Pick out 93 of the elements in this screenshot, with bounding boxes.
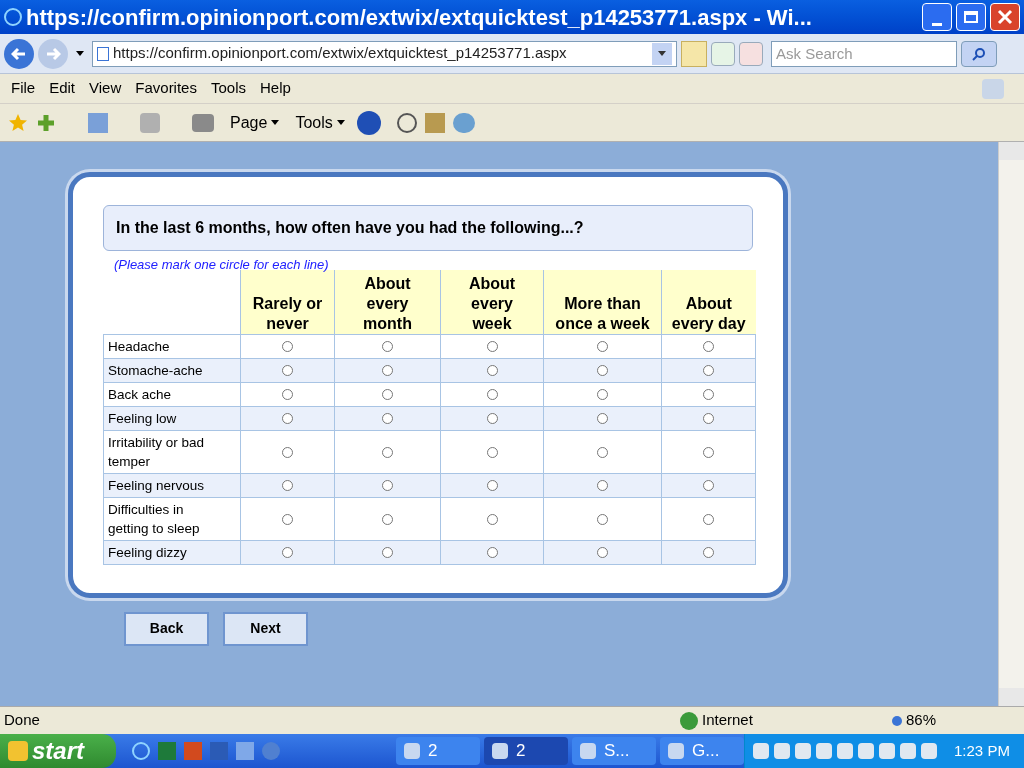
maximize-button[interactable] bbox=[956, 3, 986, 31]
window-title: https://confirm.opinionport.com/extwix/extquicktest_p14253771.aspx - Wi... bbox=[26, 3, 813, 32]
radio-button[interactable] bbox=[282, 513, 293, 525]
menu-item[interactable]: File bbox=[4, 77, 43, 100]
menu-item[interactable]: Help bbox=[253, 77, 298, 100]
radio-button[interactable] bbox=[282, 446, 293, 458]
row-label: Feeling dizzy bbox=[108, 543, 188, 562]
radio-button[interactable] bbox=[486, 547, 498, 559]
radio-button[interactable] bbox=[382, 446, 393, 458]
dropdown-caret-icon[interactable] bbox=[76, 51, 84, 56]
radio-button[interactable] bbox=[486, 480, 498, 492]
back-arrow-button[interactable] bbox=[4, 38, 34, 69]
row-label: Headache bbox=[108, 337, 171, 356]
radio-button[interactable] bbox=[282, 480, 293, 492]
row-label: Difficulties in getting to sleep bbox=[108, 500, 201, 538]
zoom-level[interactable]: 86% bbox=[906, 709, 937, 732]
radio-button[interactable] bbox=[597, 341, 608, 353]
page-icon bbox=[97, 46, 109, 61]
radio-button[interactable] bbox=[703, 547, 714, 559]
taskbar-button[interactable]: G... bbox=[660, 737, 744, 765]
globe-icon bbox=[680, 711, 698, 730]
radio-button[interactable] bbox=[486, 365, 498, 377]
radio-button[interactable] bbox=[597, 446, 608, 458]
close-button[interactable] bbox=[990, 3, 1020, 31]
nav-button[interactable]: Next bbox=[223, 611, 308, 646]
radio-button[interactable] bbox=[282, 547, 293, 559]
tools-menu-button[interactable]: Tools bbox=[295, 110, 345, 135]
row-label: Stomache-ache bbox=[108, 361, 204, 380]
radio-button[interactable] bbox=[703, 513, 714, 525]
search-icon bbox=[972, 46, 986, 61]
radio-button[interactable] bbox=[282, 413, 293, 425]
menu-item[interactable]: View bbox=[82, 77, 129, 100]
radio-button[interactable] bbox=[382, 389, 393, 401]
radio-button[interactable] bbox=[382, 365, 393, 377]
radio-button[interactable] bbox=[597, 480, 608, 492]
taskbar-button[interactable]: 2 bbox=[484, 737, 568, 765]
radio-button[interactable] bbox=[703, 480, 714, 492]
nav-button[interactable]: Back bbox=[124, 611, 209, 646]
row-label: Back ache bbox=[108, 385, 173, 404]
radio-button[interactable] bbox=[597, 413, 608, 425]
add-favorite-icon[interactable] bbox=[36, 112, 56, 133]
star-icon[interactable] bbox=[8, 112, 28, 133]
instruction-text: (Please mark one circle for each line) bbox=[114, 257, 329, 272]
radio-button[interactable] bbox=[486, 413, 498, 425]
radio-button[interactable] bbox=[382, 341, 393, 353]
radio-button[interactable] bbox=[486, 513, 498, 525]
radio-button[interactable] bbox=[486, 446, 498, 458]
radio-button[interactable] bbox=[382, 413, 393, 425]
taskbar-button[interactable]: S... bbox=[572, 737, 656, 765]
zone-text: Internet bbox=[702, 710, 754, 731]
radio-button[interactable] bbox=[703, 446, 714, 458]
question-text: In the last 6 months, how often have you had the following...? bbox=[116, 218, 584, 238]
menu-item[interactable]: Favorites bbox=[128, 77, 204, 100]
close-icon bbox=[997, 9, 1013, 25]
radio-button[interactable] bbox=[382, 480, 393, 492]
radio-button[interactable] bbox=[282, 389, 293, 401]
search-button[interactable] bbox=[961, 40, 997, 67]
radio-button[interactable] bbox=[597, 513, 608, 525]
radio-button[interactable] bbox=[382, 513, 393, 525]
taskbar-button[interactable]: 2 bbox=[396, 737, 480, 765]
row-label: Feeling low bbox=[108, 409, 178, 428]
menu-item[interactable]: Tools bbox=[203, 77, 253, 100]
scrollbar[interactable] bbox=[998, 142, 1024, 706]
minimize-button[interactable] bbox=[922, 3, 952, 31]
row-label: Irritability or bad temper bbox=[108, 433, 206, 471]
column-header: Rarely or never bbox=[251, 293, 324, 334]
row-label: Feeling nervous bbox=[108, 476, 206, 495]
column-header: About every month bbox=[362, 273, 413, 334]
clock: 1:23 PM bbox=[954, 740, 1010, 761]
radio-button[interactable] bbox=[597, 389, 608, 401]
forward-arrow-icon bbox=[45, 45, 61, 62]
column-header: More than once a week bbox=[554, 293, 651, 334]
radio-button[interactable] bbox=[382, 547, 393, 559]
dropdown-caret-icon[interactable] bbox=[652, 42, 672, 65]
search-field[interactable]: Ask Search bbox=[771, 40, 957, 67]
radio-button[interactable] bbox=[597, 547, 608, 559]
column-header: About every week bbox=[467, 273, 517, 334]
page-menu-button[interactable]: Page bbox=[230, 110, 280, 135]
column-header: About every day bbox=[670, 293, 747, 334]
radio-button[interactable] bbox=[703, 341, 714, 353]
radio-button[interactable] bbox=[703, 365, 714, 377]
radio-button[interactable] bbox=[486, 389, 498, 401]
radio-button[interactable] bbox=[282, 365, 293, 377]
radio-button[interactable] bbox=[597, 365, 608, 377]
status-text: Done bbox=[3, 710, 41, 731]
radio-button[interactable] bbox=[703, 389, 714, 401]
radio-button[interactable] bbox=[282, 341, 293, 353]
address-field[interactable]: https://confirm.opinionport.com/extwix/extquicktest_p14253771.aspx bbox=[92, 40, 677, 67]
back-arrow-icon bbox=[11, 45, 27, 62]
radio-button[interactable] bbox=[703, 413, 714, 425]
menu-item[interactable]: Edit bbox=[42, 77, 83, 100]
radio-button[interactable] bbox=[486, 341, 498, 353]
help-icon[interactable] bbox=[356, 110, 381, 135]
